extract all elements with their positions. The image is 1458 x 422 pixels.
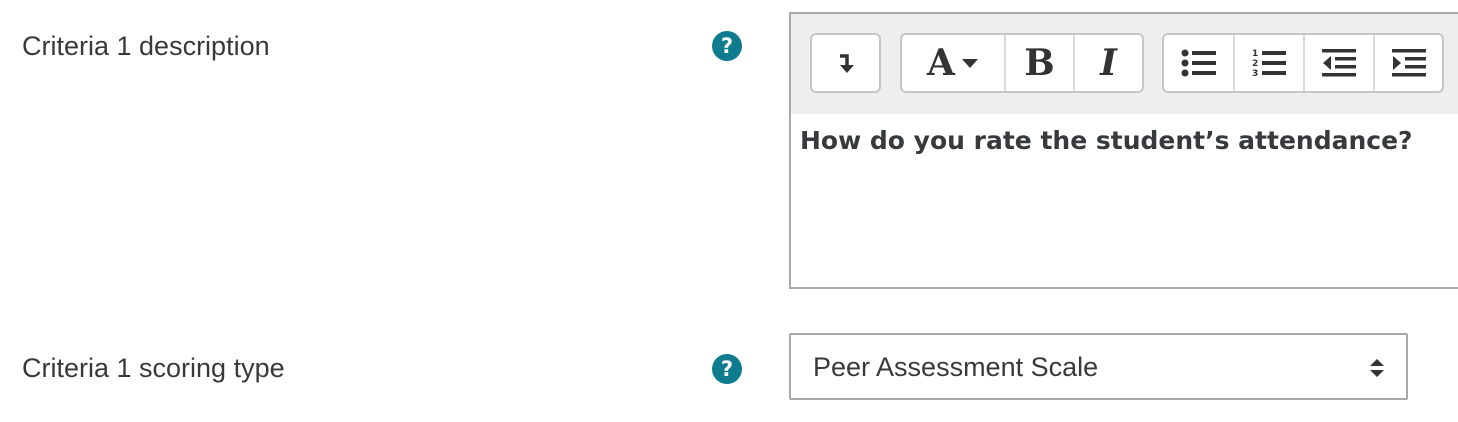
font-style-label: A	[927, 42, 955, 84]
unordered-list-icon	[1181, 49, 1216, 77]
scoring-type-selected-value: Peer Assessment Scale	[813, 352, 1099, 382]
select-arrows-icon	[1370, 359, 1384, 377]
editor-content[interactable]: How do you rate the student’s attendance…	[800, 126, 1413, 155]
indent-button[interactable]	[1373, 35, 1442, 91]
help-icon[interactable]: ?	[712, 31, 742, 61]
svg-text:3: 3	[1252, 69, 1258, 78]
bold-button[interactable]: B	[1004, 35, 1073, 91]
collapse-toolbar-icon	[839, 54, 854, 73]
toolbar-group-lists: 1 2 3	[1162, 33, 1444, 93]
outdent-button[interactable]	[1303, 35, 1373, 91]
ordered-list-button[interactable]: 1 2 3	[1233, 35, 1303, 91]
font-style-button[interactable]: A	[902, 35, 1004, 91]
collapse-toolbar-button[interactable]	[812, 35, 879, 91]
svg-text:2: 2	[1252, 59, 1258, 69]
form-page: Criteria 1 description ? A B I 1 2 3 How…	[0, 0, 1458, 422]
criteria-description-label: Criteria 1 description	[22, 31, 270, 61]
italic-button[interactable]: I	[1073, 35, 1142, 91]
italic-label: I	[1100, 42, 1117, 84]
toolbar-group-format: A B I	[900, 33, 1144, 93]
toolbar-group-collapse	[810, 33, 881, 93]
indent-icon	[1391, 49, 1426, 77]
unordered-list-button[interactable]	[1164, 35, 1233, 91]
bold-label: B	[1024, 42, 1055, 84]
chevron-down-icon	[961, 59, 978, 68]
help-icon[interactable]: ?	[712, 354, 742, 384]
svg-text:1: 1	[1252, 49, 1258, 59]
description-editor: A B I 1 2 3 How do you rate the student’…	[789, 12, 1458, 289]
outdent-icon	[1322, 49, 1356, 77]
ordered-list-icon: 1 2 3	[1252, 49, 1286, 78]
scoring-type-select[interactable]: Peer Assessment Scale	[789, 333, 1408, 400]
criteria-scoring-type-label: Criteria 1 scoring type	[22, 353, 285, 383]
editor-toolbar: A B I 1 2 3	[791, 14, 1458, 114]
